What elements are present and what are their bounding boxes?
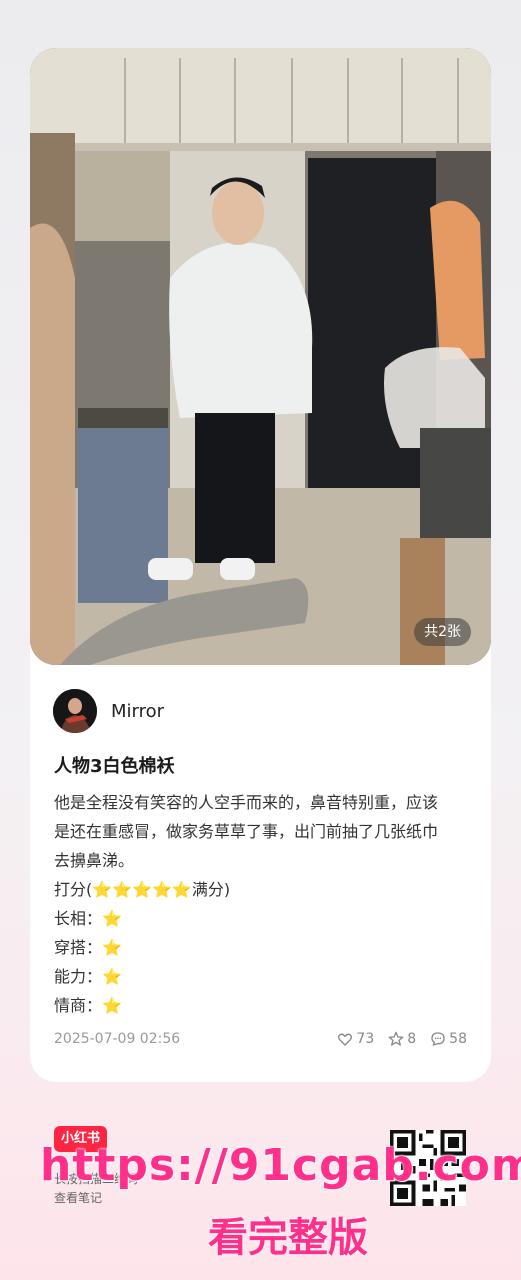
score-outfit: 穿搭：⭐ (54, 938, 122, 957)
heart-icon (338, 1033, 353, 1046)
body-line: 他是全程没有笑容的人空手而来的，鼻音特别重，应该 (54, 793, 439, 812)
post-photo[interactable]: 共2张 (30, 48, 491, 665)
watermark-cta: 看完整版 (208, 1215, 368, 1261)
photo-illustration (30, 48, 491, 665)
note-title: 人物3白色棉袄 (54, 756, 175, 777)
like-button[interactable]: 73 (337, 1031, 374, 1047)
star-icon (388, 1031, 404, 1046)
favorite-button[interactable]: 8 (388, 1031, 416, 1047)
post-date: 2025-07-09 02:56 (54, 1031, 181, 1047)
comment-icon (431, 1032, 445, 1046)
body-line: 是还在重感冒，做家务草草了事，出门前抽了几张纸巾 (54, 822, 439, 841)
comment-button[interactable]: 58 (430, 1031, 467, 1047)
note-body: 他是全程没有笑容的人空手而来的，鼻音特别重，应该 是还在重感冒，做家务草草了事，… (54, 788, 472, 1020)
scan-hint-line2: 查看笔记 (54, 1191, 103, 1205)
like-count: 73 (356, 1031, 375, 1047)
body-line: 去擤鼻涕。 (54, 851, 135, 870)
note-meta: 2025-07-09 02:56 73 8 58 (54, 1031, 467, 1047)
image-count-badge: 共2张 (414, 618, 471, 646)
engagement-stats: 73 8 58 (337, 1031, 467, 1047)
favorite-count: 8 (407, 1031, 417, 1047)
avatar[interactable] (53, 689, 97, 733)
score-line: 打分(⭐⭐⭐⭐⭐满分) (54, 880, 231, 899)
author-info[interactable]: Mirror (53, 689, 164, 733)
score-ability: 能力：⭐ (54, 967, 122, 986)
watermark-url: https://91cgab.com (40, 1140, 521, 1191)
score-looks: 长相：⭐ (54, 909, 122, 928)
author-name[interactable]: Mirror (111, 701, 164, 722)
note-card: 共2张 Mirror 人物3白色棉袄 他是全程没有笑容的人空手而来的，鼻音特别重… (30, 48, 491, 1082)
comment-count: 58 (449, 1031, 467, 1047)
score-eq: 情商：⭐ (54, 996, 122, 1015)
